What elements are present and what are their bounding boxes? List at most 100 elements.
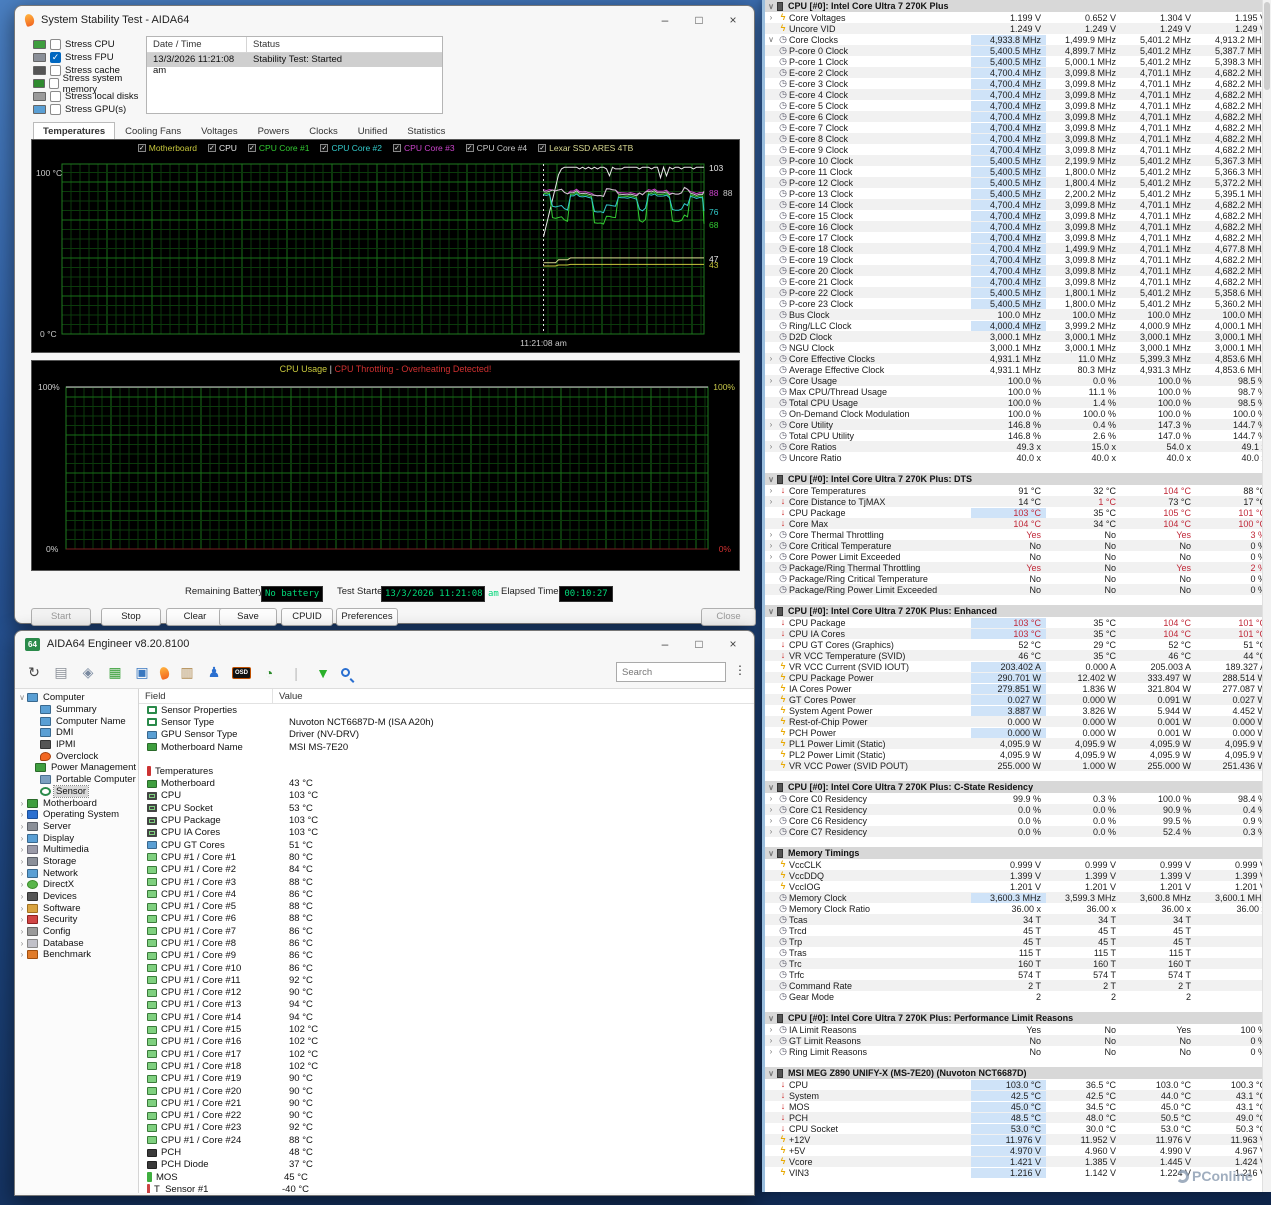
scrollbar-thumb[interactable]: [1264, 2, 1270, 90]
sensor-row[interactable]: ϟVccIOG1.201 V1.201 V1.201 V1.201 V: [765, 881, 1271, 892]
sensor-row[interactable]: ◷E-core 3 Clock4,700.4 MHz3,099.8 MHz4,7…: [765, 78, 1271, 89]
sensor-row[interactable]: ◷Tcas34 T34 T34 T: [765, 914, 1271, 925]
tab-temperatures[interactable]: Temperatures: [33, 122, 115, 140]
section-header[interactable]: ∨CPU [#0]: Intel Core Ultra 7 270K Plus:…: [765, 605, 1271, 617]
stress-option[interactable]: Stress local disks: [33, 90, 148, 103]
find-icon[interactable]: [341, 668, 350, 677]
memory-icon[interactable]: ▦: [106, 664, 124, 681]
sensor-row[interactable]: ◷P-core 12 Clock5,400.5 MHz1,800.4 MHz5,…: [765, 177, 1271, 188]
sidebar-item-ipmi[interactable]: IPMI: [15, 739, 138, 751]
list-item[interactable]: CPU #1 / Core #2290 °C: [139, 1110, 754, 1122]
sidebar-item-portable-computer[interactable]: Portable Computer: [15, 774, 138, 786]
sensor-row[interactable]: ◷E-core 17 Clock4,700.4 MHz3,099.8 MHz4,…: [765, 232, 1271, 243]
list-item[interactable]: GPU Sensor TypeDriver (NV-DRV): [139, 729, 754, 741]
sensor-row[interactable]: ◷Total CPU Usage100.0 %1.4 %100.0 %98.5 …: [765, 397, 1271, 408]
list-item[interactable]: CPU #1 / Core #886 °C: [139, 937, 754, 949]
checkbox[interactable]: [50, 104, 61, 115]
preferences-button[interactable]: Preferences: [336, 608, 398, 626]
sidebar-item-database[interactable]: ›Database: [15, 937, 138, 949]
sidebar-item-display[interactable]: ›Display: [15, 832, 138, 844]
legend-item[interactable]: ✓CPU: [208, 143, 237, 153]
list-item[interactable]: CPU #1 / Core #1192 °C: [139, 974, 754, 986]
list-item[interactable]: CPU #1 / Core #2392 °C: [139, 1122, 754, 1134]
list-item[interactable]: T_Sensor #1-40 °C: [139, 1183, 754, 1193]
sensor-row[interactable]: ›◷Core C7 Residency0.0 %0.0 %52.4 %0.3 %: [765, 826, 1271, 837]
list-item[interactable]: CPU #1 / Core #2190 °C: [139, 1097, 754, 1109]
sensor-row[interactable]: ◷Uncore Ratio40.0 x40.0 x40.0 x40.0 x: [765, 452, 1271, 463]
gauge-icon[interactable]: ◔: [260, 665, 278, 681]
sensor-row[interactable]: ϟUncore VID1.249 V1.249 V1.249 V1.249 V: [765, 23, 1271, 34]
sensor-row[interactable]: ◷Memory Clock Ratio36.00 x36.00 x36.00 x…: [765, 903, 1271, 914]
list-item[interactable]: CPU #1 / Core #786 °C: [139, 925, 754, 937]
search-input[interactable]: [616, 662, 726, 682]
sensor-row[interactable]: ◷Memory Clock3,600.3 MHz3,599.3 MHz3,600…: [765, 892, 1271, 903]
list-item[interactable]: Motherboard43 °C: [139, 777, 754, 789]
sensor-row[interactable]: ◷E-core 6 Clock4,700.4 MHz3,099.8 MHz4,7…: [765, 111, 1271, 122]
sensor-row[interactable]: ›◷GT Limit ReasonsNoNoNo0 %: [765, 1035, 1271, 1046]
sensor-row[interactable]: ϟVccCLK0.999 V0.999 V0.999 V0.999 V: [765, 859, 1271, 870]
sensor-row[interactable]: ◷E-core 9 Clock4,700.4 MHz3,099.8 MHz4,7…: [765, 144, 1271, 155]
sensor-row[interactable]: ◷Bus Clock100.0 MHz100.0 MHz100.0 MHz100…: [765, 309, 1271, 320]
sensor-row[interactable]: ◷P-core 22 Clock5,400.5 MHz1,800.1 MHz5,…: [765, 287, 1271, 298]
list-item[interactable]: CPU GT Cores51 °C: [139, 839, 754, 851]
refresh-icon[interactable]: ↻: [25, 664, 43, 681]
sidebar-item-motherboard[interactable]: ›Motherboard: [15, 797, 138, 809]
sensor-row[interactable]: ◷E-core 19 Clock4,700.4 MHz3,099.8 MHz4,…: [765, 254, 1271, 265]
sensor-row[interactable]: ϟVcore1.421 V1.385 V1.445 V1.424 V: [765, 1156, 1271, 1167]
sensor-row[interactable]: ›◷Core Ratios49.3 x15.0 x54.0 x49.1 x: [765, 441, 1271, 452]
sidebar-item-computer[interactable]: ∨Computer: [15, 692, 138, 704]
list-item[interactable]: CPU #1 / Core #986 °C: [139, 950, 754, 962]
list-item[interactable]: CPU #1 / Core #2090 °C: [139, 1085, 754, 1097]
checkbox[interactable]: [50, 91, 61, 102]
section-header[interactable]: ∨CPU [#0]: Intel Core Ultra 7 270K Plus:…: [765, 781, 1271, 793]
section-header[interactable]: ∨CPU [#0]: Intel Core Ultra 7 270K Plus:…: [765, 1012, 1271, 1024]
list-item[interactable]: Sensor TypeNuvoton NCT6687D-M (ISA A20h): [139, 716, 754, 728]
sensor-row[interactable]: ◷Command Rate2 T2 T2 T: [765, 980, 1271, 991]
sidebar-item-storage[interactable]: ›Storage: [15, 856, 138, 868]
sensor-row[interactable]: ◷E-core 21 Clock4,700.4 MHz3,099.8 MHz4,…: [765, 276, 1271, 287]
section-header[interactable]: ∨CPU [#0]: Intel Core Ultra 7 270K Plus: [765, 0, 1271, 12]
sensor-row[interactable]: ◷Ring/LLC Clock4,000.4 MHz3,999.2 MHz4,0…: [765, 320, 1271, 331]
list-item[interactable]: CPU #1 / Core #388 °C: [139, 876, 754, 888]
list-item[interactable]: CPU #1 / Core #588 °C: [139, 900, 754, 912]
legend-checkbox[interactable]: ✓: [138, 144, 146, 152]
sensor-row[interactable]: ϟ+12V11.976 V11.952 V11.976 V11.963 V: [765, 1134, 1271, 1145]
sensor-row[interactable]: ◷Tras115 T115 T115 T: [765, 947, 1271, 958]
sidebar-item-network[interactable]: ›Network: [15, 867, 138, 879]
sensor-row[interactable]: ›◷Core C1 Residency0.0 %0.0 %90.9 %0.4 %: [765, 804, 1271, 815]
close-button[interactable]: Close: [701, 608, 756, 626]
sensor-row[interactable]: ◷E-core 4 Clock4,700.4 MHz3,099.8 MHz4,7…: [765, 89, 1271, 100]
sensor-row[interactable]: ϟPL2 Power Limit (Static)4,095.9 W4,095.…: [765, 749, 1271, 760]
list-item[interactable]: CPU #1 / Core #486 °C: [139, 888, 754, 900]
sensor-row[interactable]: ↓System42.5 °C42.5 °C44.0 °C43.1 °C: [765, 1090, 1271, 1101]
sidebar-item-operating-system[interactable]: ›Operating System: [15, 809, 138, 821]
sidebar-item-power-management[interactable]: Power Management: [15, 762, 138, 774]
sensor-row[interactable]: ϟ+5V4.970 V4.960 V4.990 V4.967 V: [765, 1145, 1271, 1156]
sensor-row[interactable]: ↓VR VCC Temperature (SVID)46 °C35 °C46 °…: [765, 650, 1271, 661]
cpuid-button[interactable]: CPUID: [281, 608, 333, 626]
sensor-row[interactable]: ϟPCH Power0.000 W0.000 W0.001 W0.000 W: [765, 727, 1271, 738]
sensor-row[interactable]: ›◷IA Limit ReasonsYesNoYes100 %: [765, 1024, 1271, 1035]
maximize-button[interactable]: □: [682, 9, 716, 31]
sensor-row[interactable]: ◷E-core 5 Clock4,700.4 MHz3,099.8 MHz4,7…: [765, 100, 1271, 111]
legend-item[interactable]: ✓CPU Core #1: [248, 143, 310, 153]
sensor-row[interactable]: ↓MOS45.0 °C34.5 °C45.0 °C43.1 °C: [765, 1101, 1271, 1112]
close-button[interactable]: ×: [716, 633, 750, 655]
sensor-row[interactable]: ›◷Core Power Limit ExceededNoNoNo0 %: [765, 551, 1271, 562]
legend-checkbox[interactable]: ✓: [466, 144, 474, 152]
sensor-row[interactable]: ›↓Core Temperatures91 °C32 °C104 °C88 °C: [765, 485, 1271, 496]
devices-icon[interactable]: ▣: [133, 664, 151, 681]
sensor-row[interactable]: ›◷Core Critical TemperatureNoNoNo0 %: [765, 540, 1271, 551]
report-icon[interactable]: ▤: [52, 664, 70, 681]
checkbox[interactable]: [50, 65, 61, 76]
sensor-row[interactable]: ›◷Core C0 Residency99.9 %0.3 %100.0 %98.…: [765, 793, 1271, 804]
download-icon[interactable]: ▼: [314, 665, 332, 681]
list-item[interactable]: CPU #1 / Core #15102 °C: [139, 1023, 754, 1035]
sensor-row[interactable]: ϟSystem Agent Power3.887 W3.826 W5.944 W…: [765, 705, 1271, 716]
legend-checkbox[interactable]: ✓: [538, 144, 546, 152]
sensor-row[interactable]: ↓CPU Socket53.0 °C30.0 °C53.0 °C50.3 °C: [765, 1123, 1271, 1134]
sensor-row[interactable]: ϟVR VCC Current (SVID IOUT)203.402 A0.00…: [765, 661, 1271, 672]
sensor-row[interactable]: ◷On-Demand Clock Modulation100.0 %100.0 …: [765, 408, 1271, 419]
sensor-row[interactable]: ◷Average Effective Clock4,931.1 MHz80.3 …: [765, 364, 1271, 375]
sensor-row[interactable]: ›ϟCore Voltages1.199 V0.652 V1.304 V1.19…: [765, 12, 1271, 23]
